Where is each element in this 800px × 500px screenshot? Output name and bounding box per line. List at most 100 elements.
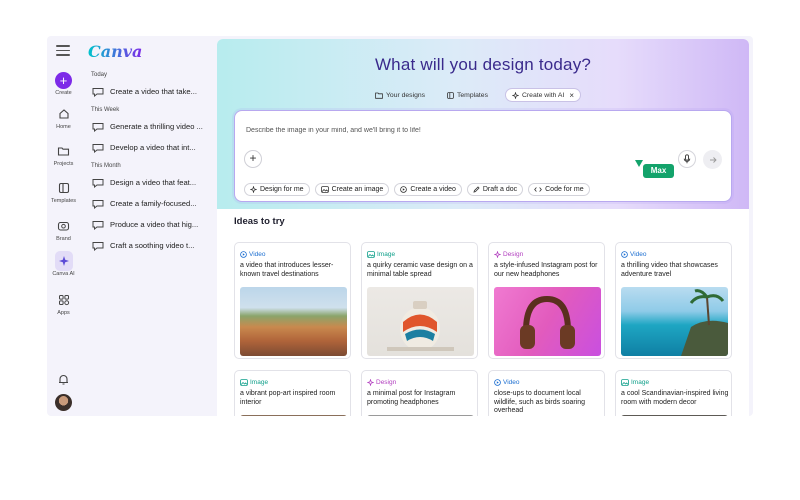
canva-app-window: + Create Home Projects Templates Brand C… — [47, 36, 753, 416]
idea-type-badge: Image — [240, 379, 268, 386]
rail-label: Home — [56, 124, 71, 130]
icon-rail: + Create Home Projects Templates Brand C… — [47, 36, 80, 416]
idea-card[interactable]: Image a vibrant pop-art inspired room in… — [234, 370, 351, 416]
rail-create[interactable]: + Create — [47, 71, 80, 96]
idea-card[interactable]: Video a video that introduces lesser-kno… — [234, 242, 351, 359]
idea-description: a cool Scandinavian-inspired living room… — [621, 390, 729, 406]
video-icon — [240, 251, 247, 258]
history-item-text: Create a family-focused... — [110, 199, 197, 208]
idea-card[interactable]: Video close-ups to document local wildli… — [488, 370, 605, 416]
chat-history: Today Create a video that take... This W… — [87, 70, 215, 256]
idea-thumbnail-ceramic-vase — [367, 287, 474, 356]
collaborator-cursor-icon — [635, 160, 643, 167]
chat-bubble-icon — [92, 199, 104, 209]
ai-prompt-box: + Max Design for me Create an ima — [234, 110, 732, 202]
rail-label: Apps — [57, 310, 70, 316]
apps-icon — [55, 291, 73, 309]
idea-card[interactable]: Image a quirky ceramic vase design on a … — [361, 242, 478, 359]
home-icon — [55, 105, 73, 123]
rail-brand[interactable]: Brand — [47, 217, 80, 242]
idea-description: a style-infused Instagram post for our n… — [494, 262, 598, 278]
templates-icon — [447, 91, 454, 99]
chat-bubble-icon — [92, 220, 104, 230]
history-item-text: Produce a video that hig... — [110, 220, 199, 229]
close-icon[interactable]: × — [569, 91, 574, 100]
tab-create-with-ai[interactable]: Create with AI × — [505, 88, 581, 102]
idea-type-badge: Image — [367, 251, 395, 258]
video-icon — [621, 251, 628, 258]
history-item[interactable]: Create a video that take... — [87, 81, 215, 102]
idea-thumbnail-tropical-coast — [621, 287, 728, 356]
chat-bubble-icon — [92, 143, 104, 153]
chip-label: Design for me — [260, 186, 304, 193]
mic-button[interactable] — [678, 150, 696, 168]
idea-card[interactable]: Design a style-infused Instagram post fo… — [488, 242, 605, 359]
rail-label: Brand — [56, 236, 71, 242]
history-item-text: Generate a thrilling video ... — [110, 122, 203, 131]
rail-label: Canva AI — [52, 271, 75, 277]
idea-card[interactable]: Video a thrilling video that showcases a… — [615, 242, 732, 359]
idea-type-label: Design — [503, 251, 524, 258]
history-item-text: Develop a video that int... — [110, 143, 196, 152]
canva-logo[interactable]: Canva — [88, 42, 142, 61]
sparkle-icon — [512, 91, 519, 99]
video-icon — [400, 186, 408, 193]
rail-label: Templates — [50, 198, 77, 204]
idea-description: a vibrant pop-art inspired room interior — [240, 390, 336, 406]
idea-type-label: Image — [377, 251, 396, 258]
idea-description: close-ups to document local wildlife, su… — [494, 390, 586, 415]
templates-icon — [55, 179, 73, 197]
chip-label: Create an image — [331, 186, 384, 193]
history-item[interactable]: Create a family-focused... — [87, 193, 215, 214]
history-item[interactable]: Produce a video that hig... — [87, 214, 215, 235]
idea-description: a video that introduces lesser-known tra… — [240, 262, 334, 278]
chip-draft-a-doc[interactable]: Draft a doc — [466, 183, 524, 196]
idea-thumbnail-headphones — [494, 287, 601, 356]
idea-card[interactable]: Image a cool Scandinavian-inspired livin… — [615, 370, 732, 416]
plus-icon: + — [55, 71, 72, 89]
history-group-label: This Week — [91, 107, 120, 113]
idea-type-label: Video — [630, 251, 647, 258]
send-button[interactable] — [703, 150, 722, 169]
tab-your-designs[interactable]: Your designs — [375, 88, 425, 102]
image-icon — [621, 379, 629, 386]
rail-projects[interactable]: Projects — [47, 142, 80, 167]
chip-create-an-image[interactable]: Create an image — [314, 183, 390, 196]
history-item-text: Create a video that take... — [110, 87, 197, 96]
history-item-text: Craft a soothing video t... — [110, 241, 195, 250]
chip-label: Create a video — [410, 186, 456, 193]
design-icon — [494, 251, 501, 258]
idea-thumbnail-travel-town — [240, 287, 347, 356]
idea-type-badge: Image — [621, 379, 649, 386]
page-title: What will you design today? — [374, 55, 592, 74]
history-item[interactable]: Generate a thrilling video ... — [87, 116, 215, 137]
history-item[interactable]: Develop a video that int... — [87, 137, 215, 158]
chat-bubble-icon — [92, 241, 104, 251]
chip-code-for-me[interactable]: Code for me — [528, 183, 590, 196]
chip-create-a-video[interactable]: Create a video — [394, 183, 462, 196]
history-item[interactable]: Craft a soothing video t... — [87, 235, 215, 256]
rail-home[interactable]: Home — [47, 105, 80, 130]
sparkle-icon — [54, 251, 73, 271]
menu-icon[interactable] — [56, 45, 70, 57]
chip-design-for-me[interactable]: Design for me — [244, 183, 310, 196]
chat-bubble-icon — [92, 178, 104, 188]
idea-card[interactable]: Design a minimal post for Instagram prom… — [361, 370, 478, 416]
rail-templates[interactable]: Templates — [47, 179, 80, 204]
idea-type-label: Image — [250, 379, 269, 386]
add-attachment-button[interactable]: + — [244, 150, 262, 168]
arrow-right-icon — [709, 156, 717, 163]
prompt-input[interactable] — [246, 124, 626, 136]
tab-templates[interactable]: Templates — [447, 88, 488, 102]
idea-type-badge: Video — [621, 251, 647, 258]
idea-type-label: Image — [631, 379, 650, 386]
tab-label: Create with AI — [522, 91, 565, 99]
avatar[interactable] — [55, 394, 72, 411]
chip-label: Code for me — [545, 186, 584, 193]
rail-apps[interactable]: Apps — [47, 291, 80, 316]
folder-icon — [55, 142, 73, 160]
chat-bubble-icon — [92, 122, 104, 132]
bell-icon[interactable] — [57, 373, 70, 386]
history-item[interactable]: Design a video that feat... — [87, 172, 215, 193]
rail-canva-ai[interactable]: Canva AI — [47, 251, 80, 277]
